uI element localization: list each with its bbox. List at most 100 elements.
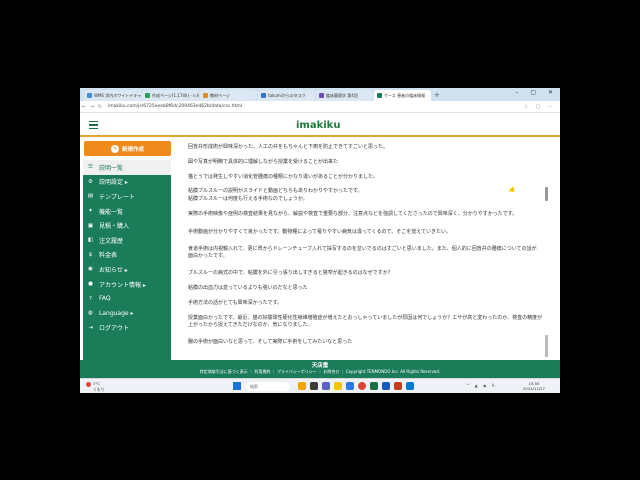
sidebar-item-label: FAQ xyxy=(99,295,111,303)
sidebar-item-label: 注文履歴 xyxy=(99,237,124,245)
sidebar-item-label: 説明設定 ▸ xyxy=(99,179,128,187)
template-icon: ▤ xyxy=(87,193,94,200)
edge-icon[interactable] xyxy=(346,382,354,390)
comment-text: 粘膜の出血力は変っているよりも強いのだなと思った xyxy=(188,285,308,291)
comment-list: 回盲弁形成術が興味深かった。人工の弁をもちゃんと下痢を防止できてすごいと思った。… xyxy=(180,139,547,360)
comment-text: 実際の手術映像や症例の検査結果を見ながら、解説や検査で重要な部分、注意点などを強… xyxy=(188,211,518,217)
tab-title: WMS 学内ホワイトドキャンパス xyxy=(94,93,141,98)
sidebar-item-purchase[interactable]: ▣ 見積・購入 xyxy=(83,218,171,233)
sidebar-item-label: 見積・購入 xyxy=(99,223,130,231)
comment-text: 粘膜ブルスルーの説明がスライドと動画どちらもありわかりやすかったです。 xyxy=(188,188,363,194)
question-icon: ? xyxy=(89,295,92,302)
sidebar-item-settings[interactable]: ⚙ 説明設定 ▸ xyxy=(83,175,171,190)
comment-text: ブルスルーの病式の中で、粘膜を外に引っ張り出しすぎると狭窄が起きるのはなぜですか… xyxy=(188,270,393,276)
scrollbar-thumb[interactable] xyxy=(545,187,548,201)
user-icon: ● xyxy=(88,281,93,288)
comment-text: 手術動画が分かりやすくて良かったです。動物種によって罹りやすい病気は違ってくるの… xyxy=(188,229,452,235)
clock[interactable]: 15:50 2024/11/27 xyxy=(523,381,545,391)
new-tab-button[interactable]: + xyxy=(434,90,440,101)
start-icon[interactable] xyxy=(233,382,241,390)
taskbar-search[interactable]: 検索 xyxy=(246,382,290,391)
weather-icon xyxy=(86,381,91,387)
sidebar-item-pricing[interactable]: $ 料金表 xyxy=(83,248,171,263)
tab-title: ケース 患者の臨床情報 xyxy=(384,93,426,98)
favicon-icon xyxy=(319,93,324,98)
favicon-icon xyxy=(377,93,382,98)
scrollbar-track-end[interactable] xyxy=(545,335,548,357)
reload-icon[interactable]: ↻ xyxy=(96,104,104,110)
system-tray[interactable]: ^ ▲ ◉ A xyxy=(466,383,496,388)
favicon-icon xyxy=(87,93,92,98)
sidebar-item-label: お知らせ ▸ xyxy=(99,266,128,274)
tab-title: 教材ページ xyxy=(210,93,230,98)
browser-window: WMS 学内ホワイトドキャンパス 作成ページ(1.174h) - n.hauna… xyxy=(80,88,560,393)
forward-icon[interactable]: → xyxy=(88,104,96,110)
browser-tab-3[interactable]: 教材ページ xyxy=(200,90,257,101)
weather-temp: 7°C xyxy=(93,381,100,386)
site-footer: 天店重 特定商取引法に基づく表示 ｜ 利用規約 ｜ プライバシーポリシー ｜ お… xyxy=(80,360,560,378)
footer-links[interactable]: 特定商取引法に基づく表示 ｜ 利用規約 ｜ プライバシーポリシー ｜ お問合せ … xyxy=(80,369,560,375)
window-controls[interactable]: – ▢ ✕ xyxy=(515,89,558,96)
sidebar-item-label: 説明一覧 xyxy=(99,164,124,172)
browser-tab-5[interactable]: 臨床薬理学 第4回 xyxy=(316,90,373,101)
sidebar-item-order-history[interactable]: ◧ 注文履歴 xyxy=(83,233,171,248)
sidebar-item-label: アカウント情報 ▸ xyxy=(99,281,146,289)
sidebar-item-language[interactable]: ◍ Language ▸ xyxy=(83,306,171,321)
sidebar-item-explanations[interactable]: ☰ 説明一覧 xyxy=(83,160,171,175)
globe-icon: ◍ xyxy=(88,310,93,317)
sidebar-item-logout[interactable]: ⇥ ログアウト xyxy=(83,321,171,336)
new-post-button[interactable]: ✎ 新規作成 xyxy=(84,141,171,156)
address-bar: ← → ↻ imakiku.com/js/6725eeeb8f6dc209463… xyxy=(80,101,560,113)
weather-widget[interactable]: 7°C くもり xyxy=(86,381,104,392)
new-post-label: 新規作成 xyxy=(121,146,144,153)
favicon-icon xyxy=(145,93,150,98)
tab-title: 臨床薬理学 第4回 xyxy=(326,93,358,98)
sidebar-item-features[interactable]: ✦ 機能一覧 xyxy=(83,204,171,219)
site-header: imakiku xyxy=(80,114,560,137)
comment-text: 猫とうでは発生しやすい消化管腫瘍の種類にかなり違いがあることが分かりました。 xyxy=(188,174,378,180)
url-field[interactable]: imakiku.com/js/6725eeeb8f6dc209463e462b/… xyxy=(108,104,242,109)
tab-title: takumiからのタスク xyxy=(268,93,306,98)
taskbar: 7°C くもり 検索 ^ ▲ ◉ A 15:50 2024/11/27 xyxy=(80,378,560,393)
price-icon: $ xyxy=(88,251,93,258)
word-icon[interactable] xyxy=(382,382,390,390)
powerpoint-icon[interactable] xyxy=(394,382,402,390)
outlook-icon[interactable] xyxy=(406,382,414,390)
comment-text: 授業面白かったです。最近、猫の好酸球性硬化性線維増殖症が増えたとおっしゃっていま… xyxy=(188,315,543,328)
browser-tab-4[interactable]: takumiからのタスク xyxy=(258,90,315,101)
file-explorer-icon[interactable] xyxy=(334,382,342,390)
pencil-icon: ✎ xyxy=(110,144,119,153)
task-view-icon[interactable] xyxy=(310,382,318,390)
sidebar-item-label: 料金表 xyxy=(99,252,118,260)
sidebar-item-templates[interactable]: ▤ テンプレート xyxy=(83,189,171,204)
sidebar-item-label: テンプレート xyxy=(99,193,135,201)
browser-tab-6[interactable]: ケース 患者の臨床情報 xyxy=(374,90,431,101)
sidebar-item-label: 機能一覧 xyxy=(99,208,124,216)
bell-icon: ◉ xyxy=(88,266,93,273)
chrome-icon[interactable] xyxy=(358,382,366,390)
page-scrollbar[interactable] xyxy=(545,145,549,360)
browser-tab-1[interactable]: WMS 学内ホワイトドキャンパス xyxy=(84,90,141,101)
clock-date: 2024/11/27 xyxy=(523,386,545,391)
tab-bar: WMS 学内ホワイトドキャンパス 作成ページ(1.174h) - n.hauna… xyxy=(80,88,560,101)
site-logo[interactable]: imakiku xyxy=(296,120,340,131)
function-icon: ✦ xyxy=(88,208,93,215)
sidebar-item-label: Language ▸ xyxy=(99,309,134,317)
hamburger-icon[interactable] xyxy=(89,121,98,130)
back-icon[interactable]: ← xyxy=(80,104,88,110)
favicon-icon xyxy=(261,93,266,98)
sidebar-item-account[interactable]: ● アカウント情報 ▸ xyxy=(83,277,171,292)
widgets-icon[interactable] xyxy=(298,382,306,390)
comment-text: 回盲弁形成術が興味深かった。人工の弁をもちゃんと下痢を防止できてすごいと思った。 xyxy=(188,144,389,150)
gear-icon: ⚙ xyxy=(88,178,93,185)
excel-icon[interactable] xyxy=(370,382,378,390)
sidebar-item-news[interactable]: ◉ お知らせ ▸ xyxy=(83,262,171,277)
address-tools[interactable]: ☆ ▢ ⋯ xyxy=(524,104,556,110)
comment-text: 腸の手術が面白いなと思って、そして実際に手術をしてみたいなと思った xyxy=(188,339,353,345)
comment-text: 食道手術は内視鏡入れて、更に胃からドレーンチューブ入れて採写するのを怠いでるのは… xyxy=(188,246,537,259)
footer-brand: 天店重 xyxy=(311,363,329,369)
sidebar-item-faq[interactable]: ? FAQ xyxy=(83,291,171,306)
favicon-icon xyxy=(203,93,208,98)
browser-tab-2[interactable]: 作成ページ(1.174h) - n.haunan xyxy=(142,90,199,101)
teams-icon[interactable] xyxy=(322,382,330,390)
